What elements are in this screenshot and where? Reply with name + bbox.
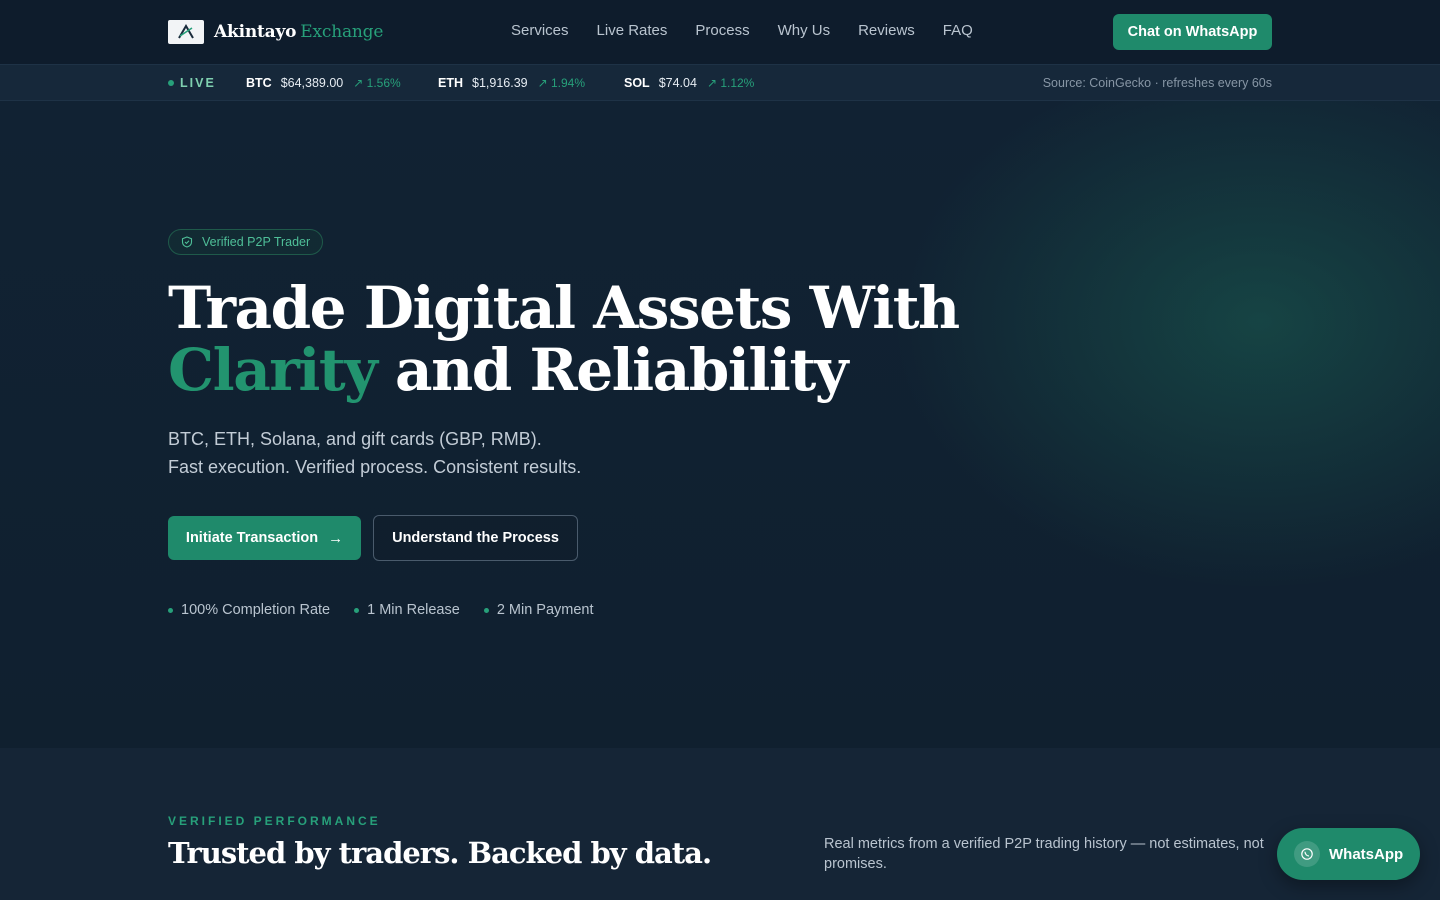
logo-glyph-icon <box>178 24 194 39</box>
arrow-right-icon: → <box>328 529 344 547</box>
primary-button-label: Initiate Transaction <box>185 530 319 546</box>
headline-highlight: Clarity <box>168 336 378 404</box>
coin-symbol: ETH <box>438 76 463 90</box>
performance-section: VERIFIED PERFORMANCE Trusted by traders.… <box>0 748 1440 900</box>
price-ticker: LIVE BTC $64,389.00 ↗ 1.56% ETH $1,916.3… <box>0 64 1440 101</box>
hero-stats: 100% Completion Rate 1 Min Release 2 Min… <box>168 602 618 618</box>
bullet-dot-icon <box>168 607 173 613</box>
whatsapp-icon <box>1294 841 1320 867</box>
coin-symbol: SOL <box>624 76 650 90</box>
hero-section: Verified P2P Trader Trade Digital Assets… <box>0 101 1440 748</box>
stat-item: 100% Completion Rate <box>168 602 330 618</box>
floating-whatsapp-label: WhatsApp <box>1329 845 1404 863</box>
logo-mark-icon <box>168 20 204 44</box>
section-description: Real metrics from a verified P2P trading… <box>824 836 1264 872</box>
bullet-dot-icon <box>354 607 360 613</box>
stat-label: 100% Completion Rate <box>181 602 331 618</box>
subtitle-line-1: BTC, ETH, Solana, and gift cards (GBP, R… <box>168 429 542 449</box>
hero-subtitle: BTC, ETH, Solana, and gift cards (GBP, R… <box>168 425 581 481</box>
logo-wordmark: Akintayo Exchange <box>214 22 383 42</box>
bullet-dot-icon <box>483 607 489 613</box>
ticker-item-eth: ETH $1,916.39 ↗ 1.94% <box>438 76 585 90</box>
hero-headline: Trade Digital Assets With Clarity and Re… <box>168 274 960 404</box>
nav-reviews[interactable]: Reviews <box>858 22 915 39</box>
logo-accent: Exchange <box>300 22 384 42</box>
coin-change: ↗ 1.56% <box>353 76 401 90</box>
coin-price: $1,916.39 <box>472 76 528 90</box>
section-title: Trusted by traders. Backed by data. <box>168 836 712 870</box>
logo-name: Akintayo <box>214 22 297 42</box>
ticker-item-sol: SOL $74.04 ↗ 1.12% <box>624 76 754 90</box>
headline-line-2: and Reliability <box>376 336 848 404</box>
badge-label: Verified P2P Trader <box>202 235 311 249</box>
nav-process[interactable]: Process <box>695 22 749 39</box>
ticker-item-btc: BTC $64,389.00 ↗ 1.56% <box>246 76 401 90</box>
coin-change: ↗ 1.94% <box>537 76 586 90</box>
nav-faq[interactable]: FAQ <box>943 22 973 39</box>
ticker-source: Source: CoinGecko · refreshes every 60s <box>1042 76 1272 90</box>
nav-live-rates[interactable]: Live Rates <box>597 22 668 39</box>
stat-label: 2 Min Payment <box>496 602 594 618</box>
whatsapp-glyph-icon <box>1301 848 1313 860</box>
headline-line-1: Trade Digital Assets With <box>168 274 960 342</box>
stat-item: 2 Min Payment <box>483 602 594 618</box>
logo[interactable]: Akintayo Exchange <box>168 20 383 44</box>
stat-item: 1 Min Release <box>354 602 460 618</box>
initiate-transaction-button[interactable]: Initiate Transaction → <box>168 516 361 560</box>
coin-price: $64,389.00 <box>280 76 344 90</box>
verified-badge: Verified P2P Trader <box>168 229 324 255</box>
arrow-up-right-icon: ↗ <box>537 76 551 90</box>
arrow-up-right-icon: ↗ <box>353 76 367 90</box>
understand-process-button[interactable]: Understand the Process <box>373 515 578 561</box>
coin-symbol: BTC <box>246 76 272 90</box>
subtitle-line-2: Fast execution. Verified process. Consis… <box>168 457 582 477</box>
arrow-up-right-icon: ↗ <box>706 76 721 90</box>
nav-why-us[interactable]: Why Us <box>778 22 831 39</box>
coin-change: ↗ 1.12% <box>706 76 755 90</box>
nav-services[interactable]: Services <box>511 22 569 39</box>
site-header: Akintayo Exchange Services Live Rates Pro… <box>0 0 1440 64</box>
chat-whatsapp-button[interactable]: Chat on WhatsApp <box>1113 14 1272 50</box>
main-nav: Services Live Rates Process Why Us Revie… <box>511 22 1001 39</box>
shield-check-icon <box>181 236 193 248</box>
stat-label: 1 Min Release <box>367 602 460 618</box>
section-eyebrow: VERIFIED PERFORMANCE <box>168 814 381 828</box>
live-dot-icon <box>168 80 174 86</box>
coin-price: $74.04 <box>658 76 697 90</box>
floating-whatsapp-button[interactable]: WhatsApp <box>1277 828 1420 880</box>
live-label: LIVE <box>180 76 216 90</box>
live-indicator: LIVE <box>168 76 216 90</box>
